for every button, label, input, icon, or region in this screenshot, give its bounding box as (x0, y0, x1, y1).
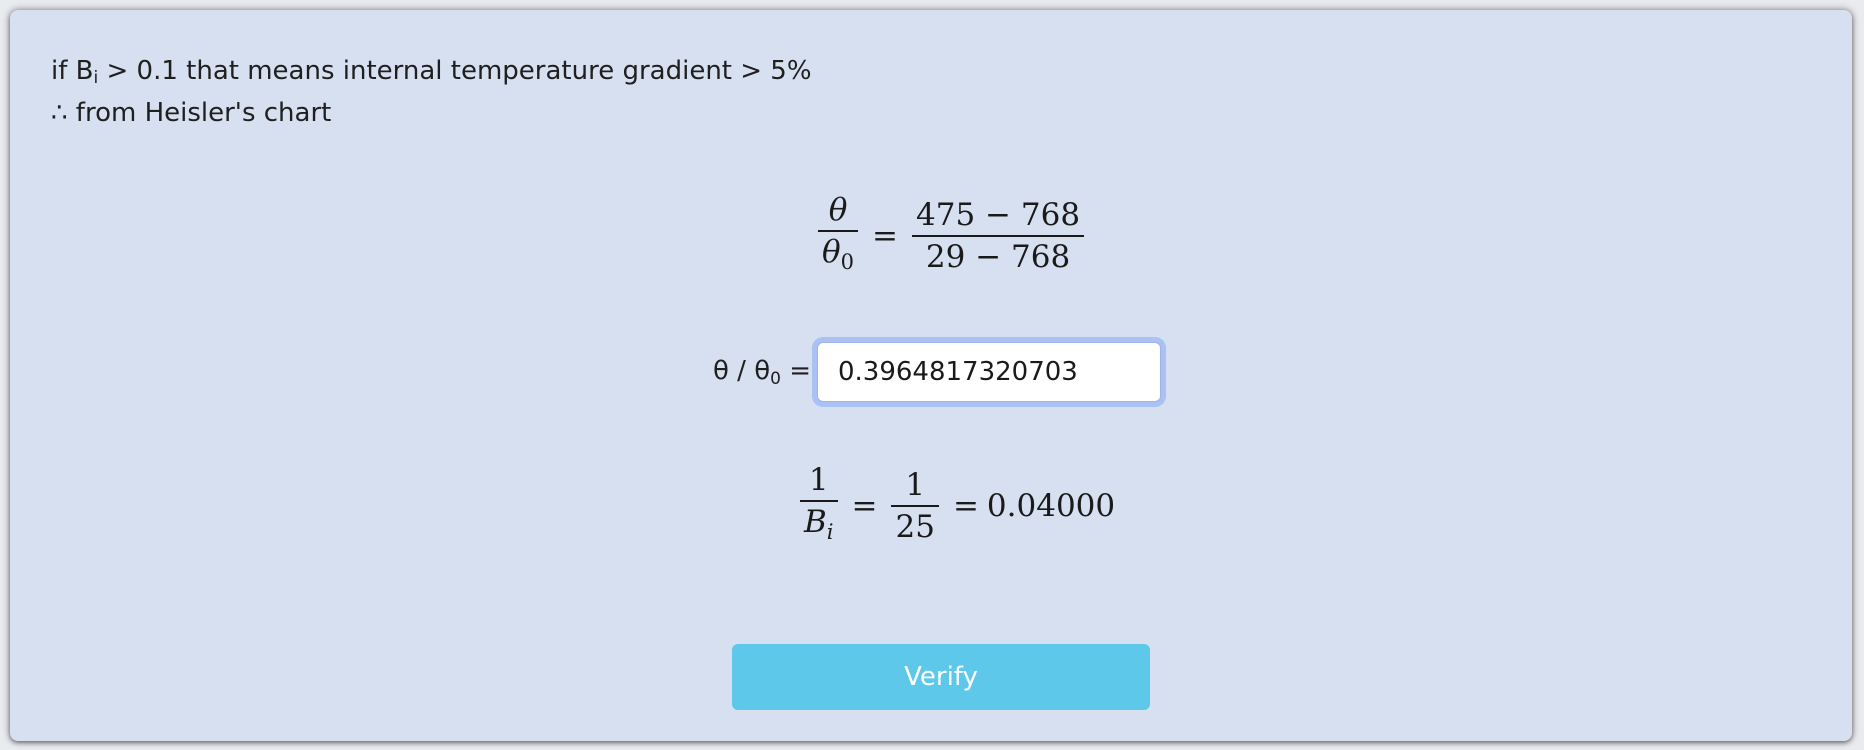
biot-den-subscript: i (826, 520, 834, 544)
inverse-biot-result: 0.04000 (986, 488, 1116, 524)
twenty-five-denominator: 25 (895, 509, 935, 545)
temperature-ratio-equation: θ θ0 = 475 − 768 29 − 768 (812, 190, 1090, 282)
theta0-main: θ (822, 234, 841, 270)
theta-numerator: θ (828, 192, 848, 228)
biot-condition-text: if Bi > 0.1 that means internal temperat… (51, 56, 812, 88)
inverse-biot-numerator: 1 (808, 462, 829, 498)
theta-ratio-fraction: θ θ0 (818, 190, 859, 282)
theta-ratio-label-prefix: θ / θ (713, 355, 771, 386)
theta-ratio-label-subscript: 0 (770, 368, 781, 389)
biot-condition-prefix: if B (51, 56, 94, 86)
biot-denominator: Bi (800, 502, 838, 552)
numeric-denominator: 29 − 768 (925, 239, 1071, 275)
theta-ratio-input[interactable] (817, 342, 1161, 402)
equals-sign: = (872, 218, 899, 254)
theta-ratio-label-suffix: = (780, 355, 811, 386)
verify-button[interactable]: Verify (732, 644, 1150, 710)
theta-ratio-input-row: θ / θ0 = (713, 342, 1161, 402)
biot-condition-suffix: > 0.1 that means internal temperature gr… (98, 56, 812, 86)
heisler-chart-text: ∴ from Heisler's chart (51, 98, 332, 128)
exercise-panel: if B i > 0.1 that means internal temperat… (10, 10, 1852, 741)
theta0-subscript: 0 (840, 250, 855, 274)
biot-main: B (804, 504, 827, 540)
equals-sign: = (851, 488, 878, 524)
equals-sign: = (952, 488, 979, 524)
one-over-25-fraction: 1 25 (891, 465, 939, 547)
theta0-denominator: θ0 (818, 232, 858, 282)
one-numerator: 1 (905, 467, 926, 503)
inverse-biot-equation: 1 Bi = 1 25 = 0.04000 (794, 460, 1115, 552)
numeric-ratio-fraction: 475 − 768 29 − 768 (912, 195, 1085, 277)
inverse-biot-fraction: 1 Bi (800, 460, 838, 552)
theta-ratio-label: θ / θ0 = (713, 356, 811, 389)
numeric-numerator: 475 − 768 (916, 197, 1081, 233)
